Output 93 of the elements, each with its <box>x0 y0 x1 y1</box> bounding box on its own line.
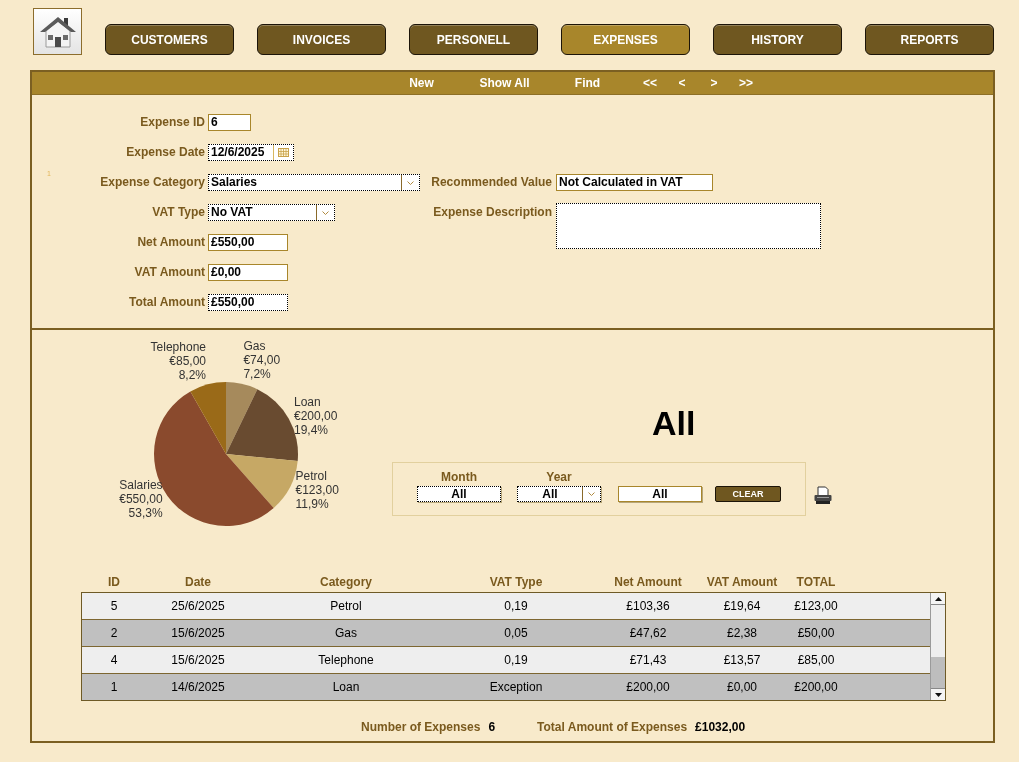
text-field[interactable]: All <box>618 486 702 502</box>
table-cell-text: £47,62 <box>628 625 668 642</box>
slice-label: Petrol €123,00 11,9% <box>295 468 339 511</box>
home-button[interactable] <box>33 8 82 55</box>
column-header: Category <box>319 574 373 591</box>
text-field[interactable]: All <box>417 486 501 502</box>
up-arrow-icon <box>934 596 942 601</box>
nav-arrow-link[interactable]: > <box>698 76 730 90</box>
column-header: VAT Type <box>488 574 544 591</box>
dropdown[interactable]: Salaries <box>208 174 420 191</box>
nav-tab[interactable]: HISTORY <box>713 24 842 55</box>
table-cell-text: £13,57 <box>722 652 762 669</box>
toolbar-link[interactable]: Show All <box>463 76 546 90</box>
period-title: All <box>652 403 696 443</box>
table-cell-text: £103,36 <box>625 598 671 615</box>
table-cell-text: 25/6/2025 <box>170 598 226 615</box>
table-cell-text: Telephone <box>317 652 375 669</box>
table-cell-text: 0,19 <box>503 652 529 669</box>
table-cell-text: £200,00 <box>793 679 839 696</box>
filter-label: Year <box>546 470 572 484</box>
field-label: VAT Amount <box>133 264 206 281</box>
text-field[interactable]: Not Calculated in VAT <box>556 174 713 191</box>
slice-label: Salaries €550,00 53,3% <box>119 478 163 521</box>
field-label: VAT Type <box>151 204 206 221</box>
text-field[interactable]: £0,00 <box>208 264 288 281</box>
date-field[interactable]: 12/6/2025 <box>208 144 294 161</box>
field-label: Expense Description <box>432 204 553 221</box>
table-cell-text: Petrol <box>329 598 363 615</box>
footer-label: Number of Expenses <box>361 719 481 735</box>
table-cell-text: 0,19 <box>503 598 529 615</box>
table-cell-text: 15/6/2025 <box>170 652 226 669</box>
table-cell-text: £2,38 <box>726 625 758 642</box>
text-field[interactable]: 6 <box>208 114 251 131</box>
toolbar-link[interactable]: New <box>380 76 463 90</box>
field-label: Expense Date <box>125 144 206 161</box>
scrollbar[interactable] <box>930 593 945 700</box>
nav-tab[interactable]: CUSTOMERS <box>105 24 234 55</box>
slice-label: Telephone €85,00 8,2% <box>150 339 206 382</box>
toolbar-link[interactable]: Find <box>546 76 629 90</box>
table-cell-text: £71,43 <box>628 652 668 669</box>
text-area[interactable] <box>556 203 821 249</box>
calendar-icon <box>278 148 289 157</box>
caret-icon <box>407 180 414 185</box>
field-label: Recommended Value <box>430 174 553 191</box>
table-cell-text: Loan <box>331 679 361 696</box>
table-cell-text: £19,64 <box>722 598 762 615</box>
table-cell-text: Gas <box>334 625 358 642</box>
footer-value: 6 <box>488 719 496 735</box>
column-header: Date <box>184 574 212 591</box>
nav-tab[interactable]: EXPENSES <box>561 24 690 55</box>
table-cell-text: 5 <box>109 598 119 615</box>
column-header: VAT Amount <box>706 574 778 591</box>
footer-value: £1032,00 <box>695 719 746 735</box>
caret-icon <box>322 210 329 215</box>
nav-tab[interactable]: INVOICES <box>257 24 386 55</box>
table-cell-text: £123,00 <box>793 598 839 615</box>
column-header: Net Amount <box>613 574 683 591</box>
column-header: TOTAL <box>795 574 837 591</box>
table-cell-text: £200,00 <box>625 679 671 696</box>
field-label: Expense Category <box>99 174 206 191</box>
table-cell-text: 14/6/2025 <box>170 679 226 696</box>
nav-tab[interactable]: REPORTS <box>865 24 994 55</box>
table-cell-text: 4 <box>109 652 119 669</box>
slice-label: Gas €74,00 7,2% <box>243 339 281 381</box>
table-cell-text: Exception <box>488 679 544 696</box>
caret-icon <box>588 492 595 496</box>
filter-label: Month <box>441 470 477 484</box>
nav-arrow-link[interactable]: << <box>634 76 666 90</box>
field-label: Total Amount <box>128 294 206 311</box>
dropdown[interactable]: No VAT <box>208 204 335 221</box>
down-arrow-icon <box>934 692 942 697</box>
slice-label: Loan €200,00 19,4% <box>294 394 338 437</box>
table-cell-text: 0,05 <box>503 625 529 642</box>
text-field[interactable]: £550,00 <box>208 294 288 311</box>
nav-arrow-link[interactable]: < <box>666 76 698 90</box>
nav-tab[interactable]: PERSONELL <box>409 24 538 55</box>
nav-arrow-link[interactable]: >> <box>730 76 762 90</box>
field-label: Net Amount <box>136 234 206 251</box>
table-cell-text: 15/6/2025 <box>170 625 226 642</box>
clear-button[interactable]: CLEAR <box>715 486 781 502</box>
printer-icon <box>814 486 832 504</box>
table-cell-text: £85,00 <box>796 652 836 669</box>
table-cell-text: 1 <box>109 679 119 696</box>
print-button[interactable] <box>814 486 832 504</box>
column-header: ID <box>107 574 121 591</box>
table-cell-text: £50,00 <box>796 625 836 642</box>
table-cell-text: £0,00 <box>726 679 758 696</box>
field-label: Expense ID <box>139 114 206 131</box>
house-icon <box>39 15 76 48</box>
table-cell-text: 2 <box>109 625 119 642</box>
text-field[interactable]: £550,00 <box>208 234 288 251</box>
footer-label: Total Amount of Expenses <box>537 719 688 735</box>
dropdown[interactable]: All <box>517 486 601 502</box>
